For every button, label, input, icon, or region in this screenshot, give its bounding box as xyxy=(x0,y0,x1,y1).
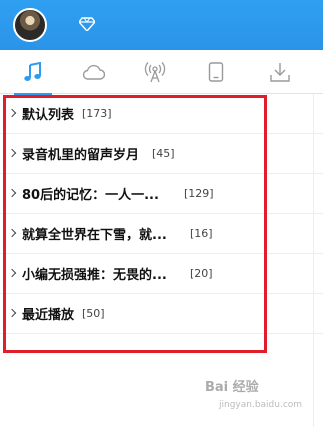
playlist-list: 默认列表 [173] 录音机里的留声岁月 [45] 80后的记忆：一人一... … xyxy=(0,94,323,334)
chevron-right-icon[interactable] xyxy=(7,188,17,197)
tab-download[interactable] xyxy=(255,50,305,94)
playlist-count: [45] xyxy=(152,147,175,160)
list-item[interactable]: 就算全世界在下雪，就... [16] xyxy=(0,214,323,254)
user-avatar[interactable] xyxy=(13,8,47,42)
playlist-count: [50] xyxy=(82,307,105,320)
list-item[interactable]: 录音机里的留声岁月 [45] xyxy=(0,134,323,174)
watermark-logo: Bai 经验 xyxy=(205,380,259,395)
playlist-count: [173] xyxy=(82,107,112,120)
chevron-right-icon[interactable] xyxy=(7,308,17,317)
playlist-name: 最近播放 xyxy=(22,308,75,323)
chevron-right-icon[interactable] xyxy=(7,108,17,117)
device-icon xyxy=(208,62,224,82)
chevron-right-icon[interactable] xyxy=(7,268,17,277)
playlist-count: [20] xyxy=(190,267,213,280)
playlist-name: 默认列表 xyxy=(22,108,75,123)
music-note-icon xyxy=(24,62,41,81)
diamond-icon[interactable] xyxy=(79,17,95,31)
tab-music[interactable] xyxy=(8,50,58,95)
list-item[interactable]: 小编无损强推：无畏的... [20] xyxy=(0,254,323,294)
tab-radio[interactable] xyxy=(130,50,180,94)
watermark: Bai 经验 jingyan.baidu.com xyxy=(205,376,320,424)
playlist-name: 小编无损强推：无畏的... xyxy=(22,268,167,283)
top-bar xyxy=(0,0,323,50)
playlist-count: [129] xyxy=(184,187,214,200)
download-icon xyxy=(270,63,290,82)
list-item[interactable]: 80后的记忆：一人一... [129] xyxy=(0,174,323,214)
list-item[interactable]: 默认列表 [173] xyxy=(0,94,323,134)
playlist-count: [16] xyxy=(190,227,213,240)
playlist-name: 录音机里的留声岁月 xyxy=(22,148,140,163)
list-item[interactable]: 最近播放 [50] xyxy=(0,294,323,334)
playlist-name: 就算全世界在下雪，就... xyxy=(22,228,167,243)
radio-icon xyxy=(144,62,166,83)
category-tabs xyxy=(0,50,323,95)
cloud-icon xyxy=(82,64,105,80)
watermark-url: jingyan.baidu.com xyxy=(219,400,303,410)
chevron-right-icon[interactable] xyxy=(7,228,17,237)
tab-cloud[interactable] xyxy=(68,50,118,94)
tab-device[interactable] xyxy=(191,50,241,94)
chevron-right-icon[interactable] xyxy=(7,148,17,157)
playlist-name: 80后的记忆：一人一... xyxy=(22,188,159,203)
